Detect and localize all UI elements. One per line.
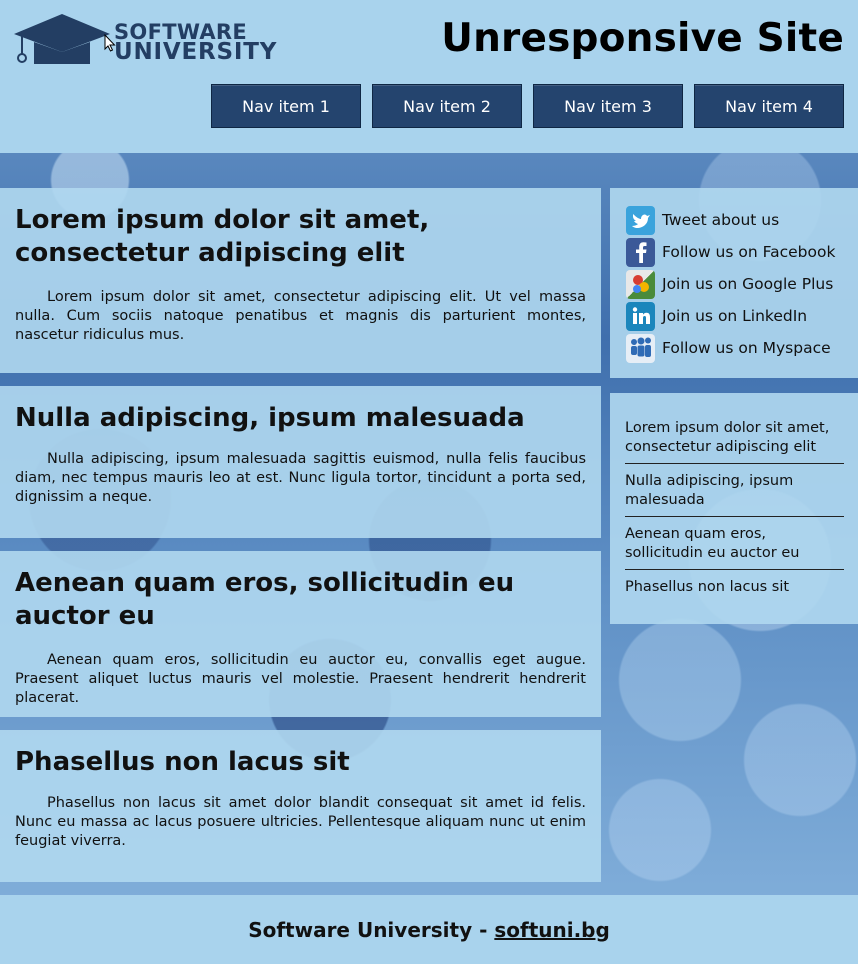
twitter-icon [626,205,655,235]
mouse-cursor-icon [104,34,116,52]
page-header: SOFTWARE UNIVERSITY Unresponsive Site Na… [0,0,858,153]
logo-text: SOFTWARE UNIVERSITY [114,22,278,65]
article-1: Lorem ipsum dolor sit amet, consectetur … [0,188,601,373]
article-title: Aenean quam eros, sollicitudin eu auctor… [15,568,515,631]
logo-line-2: UNIVERSITY [114,39,278,65]
footer-text: Software University - [248,917,495,942]
article-2: Nulla adipiscing, ipsum malesuada Nulla … [0,386,601,538]
article-text: Aenean quam eros, sollicitudin eu auctor… [15,652,586,706]
article-text: Nulla adipiscing, ipsum malesuada sagitt… [15,451,586,505]
sidebar-link-1[interactable]: Lorem ipsum dolor sit amet, consectetur … [625,419,844,464]
sidebar-link-3[interactable]: Aenean quam eros, sollicitudin eu auctor… [625,525,844,570]
social-label: Join us on LinkedIn [662,307,808,325]
article-text: Phasellus non lacus sit amet dolor bland… [15,795,586,849]
linkedin-icon [626,301,655,331]
article-text: Lorem ipsum dolor sit amet, consectetur … [15,289,586,343]
nav-item-4[interactable]: Nav item 4 [694,84,844,128]
social-label: Follow us on Facebook [662,243,836,261]
social-item-google-plus[interactable]: Join us on Google Plus [626,268,858,300]
article-title: Lorem ipsum dolor sit amet, consectetur … [15,205,430,268]
article-title: Nulla adipiscing, ipsum malesuada [15,403,525,433]
sidebar-link-4[interactable]: Phasellus non lacus sit [625,578,844,603]
social-label: Tweet about us [662,211,780,229]
myspace-icon [626,333,655,363]
footer-link[interactable]: softuni.bg [494,918,609,942]
facebook-icon [626,237,655,267]
social-item-facebook[interactable]: Follow us on Facebook [626,236,858,268]
article-title: Phasellus non lacus sit [15,747,350,777]
social-label: Join us on Google Plus [662,275,834,293]
article-4: Phasellus non lacus sit Phasellus non la… [0,730,601,882]
page-footer: Software University - softuni.bg [0,895,858,964]
social-label: Follow us on Myspace [662,339,831,357]
nav-item-2[interactable]: Nav item 2 [372,84,522,128]
main-nav: Nav item 1 Nav item 2 Nav item 3 Nav ite… [211,84,844,128]
sidebar-link-2[interactable]: Nulla adipiscing, ipsum malesuada [625,472,844,517]
social-links-box: Tweet about us Follow us on Facebook Joi… [610,188,858,378]
social-item-twitter[interactable]: Tweet about us [626,204,858,236]
graduation-cap-icon [14,14,110,64]
social-item-linkedin[interactable]: Join us on LinkedIn [626,300,858,332]
nav-item-3[interactable]: Nav item 3 [533,84,683,128]
article-3: Aenean quam eros, sollicitudin eu auctor… [0,551,601,717]
social-item-myspace[interactable]: Follow us on Myspace [626,332,858,364]
google-plus-icon [626,269,655,299]
article-links-box: Lorem ipsum dolor sit amet, consectetur … [610,393,858,624]
site-title: Unresponsive Site [441,16,844,61]
nav-item-1[interactable]: Nav item 1 [211,84,361,128]
software-university-logo[interactable]: SOFTWARE UNIVERSITY [14,14,284,70]
